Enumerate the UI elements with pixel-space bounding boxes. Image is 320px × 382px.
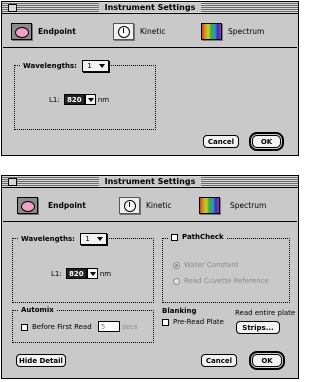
l1-wavelength-field[interactable]: 820	[65, 268, 87, 279]
cancel-button[interactable]: Cancel	[203, 135, 239, 148]
endpoint-label: Endpoint	[38, 26, 76, 36]
automix-seconds-field[interactable]: 5	[97, 321, 120, 332]
endpoint-icon	[11, 22, 32, 40]
read-cuvette-radio[interactable]	[173, 277, 180, 285]
kinetic-icon	[119, 196, 140, 214]
wavelengths-group: Wavelengths: 1 L1: 820 nm	[14, 60, 156, 130]
title-bar[interactable]: Instrument Settings	[2, 2, 298, 14]
kinetic-mode-button[interactable]: Kinetic	[119, 193, 172, 217]
read-cuvette-label: Read Cuvette Reference	[184, 277, 269, 285]
endpoint-label: Endpoint	[48, 200, 86, 210]
kinetic-icon	[113, 22, 134, 40]
l1-dropdown-arrow[interactable]	[84, 94, 96, 105]
wavelengths-group-title: Wavelengths: 1	[21, 60, 111, 72]
automix-group: Automix Before First Read 5 secs	[12, 306, 154, 343]
kinetic-label: Kinetic	[146, 200, 172, 210]
kinetic-mode-button[interactable]: Kinetic	[113, 19, 166, 43]
l1-unit: nm	[99, 270, 112, 278]
spectrum-mode-button[interactable]: Spectrum	[201, 19, 264, 43]
spectrum-label: Spectrum	[230, 200, 267, 210]
blanking-label: Blanking	[162, 307, 197, 315]
pathcheck-group-title[interactable]: PathCheck	[169, 233, 226, 241]
spectrum-icon	[201, 22, 222, 40]
instrument-settings-dialog-detailed: Instrument Settings Endpoint Kinetic Spe…	[1, 175, 299, 379]
before-first-read-row: Before First Read 5 secs	[21, 321, 138, 332]
window-title: Instrument Settings	[98, 3, 202, 12]
l1-label: L1:	[49, 96, 60, 104]
endpoint-icon	[17, 196, 38, 214]
pre-read-plate-checkbox[interactable]	[162, 318, 169, 326]
ok-button[interactable]: OK	[249, 132, 284, 151]
automix-group-title: Automix	[19, 306, 56, 314]
strips-button[interactable]: Strips...	[236, 321, 280, 334]
pre-read-plate-label: Pre-Read Plate	[173, 318, 224, 326]
hide-detail-button[interactable]: Hide Detail	[16, 354, 66, 367]
pathcheck-checkbox[interactable]	[171, 233, 178, 241]
l1-unit: nm	[97, 96, 110, 104]
spectrum-label: Spectrum	[228, 26, 265, 36]
pre-read-plate-row[interactable]: Pre-Read Plate	[162, 318, 224, 326]
spectrum-icon	[199, 196, 220, 214]
water-constant-label: Water Constant	[184, 261, 239, 269]
kinetic-label: Kinetic	[140, 26, 166, 36]
l1-row: L1: 820 nm	[49, 94, 109, 105]
read-entire-plate-label: Read entire plate	[235, 309, 296, 317]
water-constant-radio[interactable]	[173, 261, 180, 269]
title-bar[interactable]: Instrument Settings	[2, 176, 298, 188]
water-constant-option[interactable]: Water Constant	[173, 261, 238, 269]
cancel-button[interactable]: Cancel	[201, 354, 237, 367]
window-title: Instrument Settings	[98, 177, 202, 186]
wavelengths-popup[interactable]: 1	[82, 60, 109, 72]
spectrum-mode-button[interactable]: Spectrum	[199, 193, 266, 217]
read-mode-toolbar: Endpoint Kinetic Spectrum	[3, 14, 297, 48]
read-cuvette-option[interactable]: Read Cuvette Reference	[173, 277, 269, 285]
wavelengths-label: Wavelengths:	[23, 62, 77, 70]
endpoint-mode-button[interactable]: Endpoint	[11, 19, 76, 43]
pathcheck-group: PathCheck Water Constant Read Cuvette Re…	[162, 233, 290, 303]
l1-wavelength-field[interactable]: 820	[63, 94, 85, 105]
wavelengths-popup[interactable]: 1	[80, 233, 107, 245]
l1-label: L1:	[51, 270, 62, 278]
before-first-read-label: Before First Read	[32, 323, 92, 331]
wavelengths-group: Wavelengths: 1 L1: 820 nm	[12, 233, 154, 303]
automix-seconds-unit: secs	[122, 323, 138, 331]
endpoint-mode-button[interactable]: Endpoint	[17, 193, 86, 217]
wavelengths-label: Wavelengths:	[21, 235, 75, 243]
l1-dropdown-arrow[interactable]	[86, 268, 98, 279]
read-mode-toolbar: Endpoint Kinetic Spectrum	[3, 188, 297, 222]
ok-button[interactable]: OK	[249, 351, 285, 370]
before-first-read-checkbox[interactable]	[21, 323, 28, 331]
pathcheck-label: PathCheck	[182, 233, 224, 241]
l1-row: L1: 820 nm	[51, 268, 111, 279]
instrument-settings-dialog-compact: Instrument Settings Endpoint Kinetic Spe…	[1, 1, 299, 156]
wavelengths-group-title: Wavelengths: 1	[19, 233, 109, 245]
